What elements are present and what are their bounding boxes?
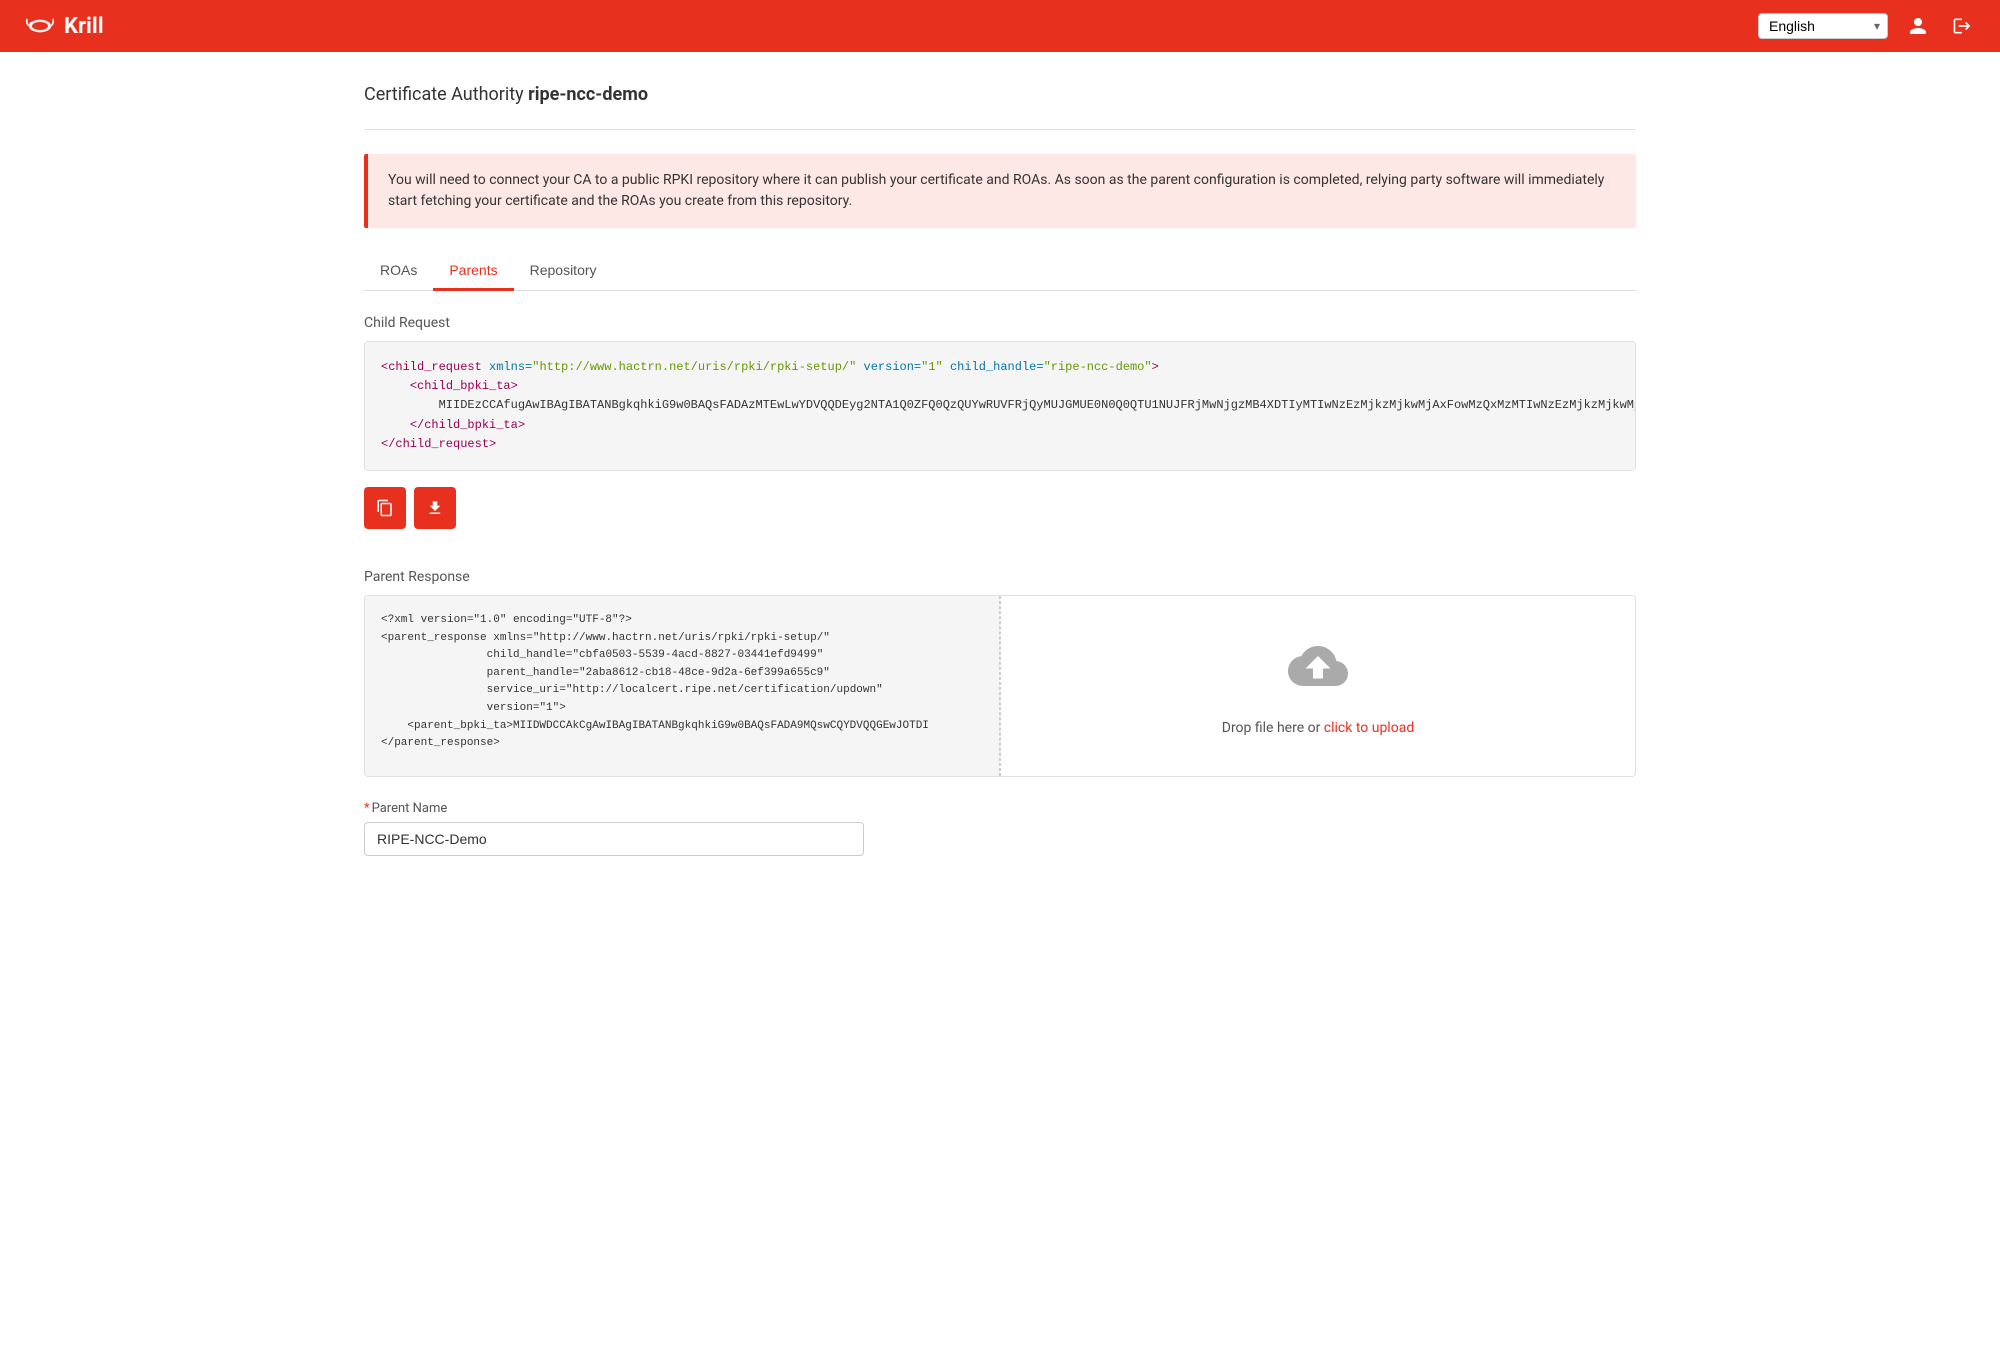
download-icon [426, 499, 444, 517]
language-selector-wrap: English Dutch German [1758, 13, 1888, 39]
header-right: English Dutch German [1758, 12, 1976, 40]
upload-text: Drop file here or click to upload [1222, 720, 1414, 736]
upload-link[interactable]: click to upload [1324, 720, 1414, 736]
tab-bar: ROAs Parents Repository [364, 252, 1636, 291]
upload-area[interactable]: Drop file here or click to upload [1000, 596, 1635, 776]
child-request-section: Child Request <child_request xmlns="http… [364, 315, 1636, 529]
logout-icon-button[interactable] [1948, 12, 1976, 40]
info-alert: You will need to connect your CA to a pu… [364, 154, 1636, 228]
language-selector[interactable]: English Dutch German [1758, 13, 1888, 39]
logo: Krill [24, 14, 104, 39]
upload-icon [1288, 636, 1348, 708]
main-content: Certificate Authority ripe-ncc-demo You … [340, 52, 1660, 888]
tab-roas[interactable]: ROAs [364, 252, 433, 291]
logout-icon [1952, 16, 1972, 36]
user-icon [1908, 16, 1928, 36]
app-header: Krill English Dutch German [0, 0, 2000, 52]
parent-response-section: Parent Response <?xml version="1.0" enco… [364, 569, 1636, 856]
user-icon-button[interactable] [1904, 12, 1932, 40]
parent-response-label: Parent Response [364, 569, 1636, 585]
child-request-label: Child Request [364, 315, 1636, 331]
child-request-code: <child_request xmlns="http://www.hactrn.… [364, 341, 1636, 471]
parent-response-code: <?xml version="1.0" encoding="UTF-8"?> <… [365, 596, 1000, 776]
copy-icon [376, 499, 394, 517]
tab-parents[interactable]: Parents [433, 252, 513, 291]
required-indicator: * [364, 801, 370, 816]
title-divider [364, 129, 1636, 130]
parent-response-grid: <?xml version="1.0" encoding="UTF-8"?> <… [364, 595, 1636, 777]
download-button[interactable] [414, 487, 456, 529]
logo-text: Krill [64, 14, 104, 39]
parent-name-field-group: *Parent Name [364, 801, 1636, 856]
copy-button[interactable] [364, 487, 406, 529]
page-title: Certificate Authority ripe-ncc-demo [364, 84, 1636, 105]
action-buttons [364, 487, 1636, 529]
tab-repository[interactable]: Repository [514, 252, 613, 291]
krill-logo-icon [24, 14, 56, 38]
parent-name-input[interactable] [364, 822, 864, 856]
alert-text: You will need to connect your CA to a pu… [388, 170, 1616, 212]
parent-name-label: *Parent Name [364, 801, 1636, 816]
